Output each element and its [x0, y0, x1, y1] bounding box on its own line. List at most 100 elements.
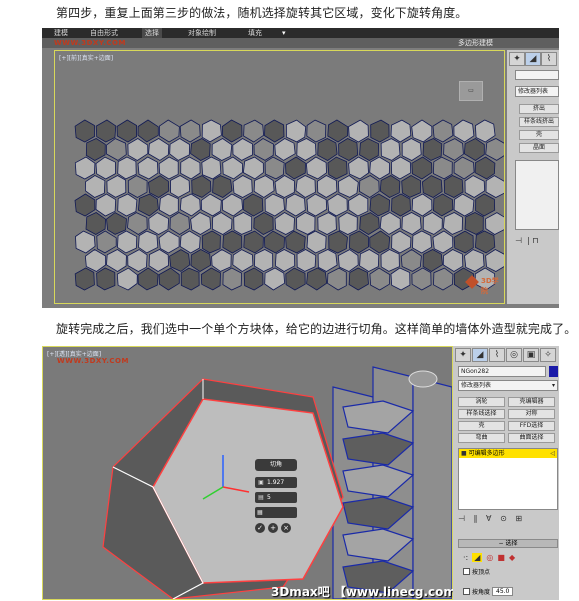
- object-name-field[interactable]: NGon282: [458, 366, 546, 377]
- hierarchy-tab-icon[interactable]: ⌇: [489, 348, 505, 362]
- hex-tile: [179, 193, 201, 217]
- hex-tile: [316, 175, 338, 198]
- hex-tile: [74, 156, 96, 180]
- tab-populate[interactable]: 填充: [248, 28, 262, 38]
- watermark: WWW.3DXY.COM: [57, 357, 129, 365]
- object-name-field[interactable]: [515, 70, 559, 80]
- hex-tile: [285, 267, 306, 291]
- chamfer-open-field[interactable]: ▦: [255, 507, 297, 518]
- spline-select-button[interactable]: 样条线选择: [458, 409, 505, 419]
- polygon-icon[interactable]: ■: [497, 553, 505, 562]
- front-viewport[interactable]: [+][前][真实+边面] ▭ 3D学院: [54, 50, 505, 304]
- create-tab-icon[interactable]: ✦: [509, 52, 525, 66]
- site-logo: 3D学院: [465, 273, 503, 299]
- hex-tile: [401, 212, 422, 235]
- hex-tile: [242, 156, 264, 180]
- hex-tile: [285, 119, 307, 143]
- hex-tile: [106, 138, 127, 161]
- angle-value[interactable]: 45.0: [492, 587, 514, 596]
- cancel-x-icon[interactable]: ×: [281, 523, 291, 533]
- hex-tile: [391, 230, 412, 254]
- display-tab-icon[interactable]: ▣: [523, 348, 539, 362]
- hex-tile: [85, 212, 107, 235]
- hex-tile: [327, 193, 348, 217]
- motion-tab-icon[interactable]: ◎: [506, 348, 522, 362]
- hex-tile: [274, 138, 296, 161]
- hex-tile: [285, 156, 306, 180]
- hex-tile: [295, 175, 316, 198]
- vertex-icon[interactable]: ·:: [463, 553, 468, 562]
- border-icon[interactable]: ◎: [486, 553, 493, 562]
- caddy-actions: ✓ + ×: [255, 523, 297, 533]
- hex-tile: [453, 230, 474, 254]
- surface-select-button[interactable]: 曲面选择: [508, 433, 555, 443]
- shell-editor-button[interactable]: 壳编辑器: [508, 397, 555, 407]
- utilities-tab-icon[interactable]: ✧: [540, 348, 556, 362]
- stack-tools-icon[interactable]: ⊣ | ⊓: [515, 236, 559, 250]
- shell-button[interactable]: 壳: [519, 130, 559, 140]
- modifier-stack[interactable]: ■ 可编辑多边形 ◁: [458, 448, 558, 510]
- hex-tile: [138, 230, 159, 254]
- ok-check-icon[interactable]: ✓: [255, 523, 265, 533]
- element-icon[interactable]: ◆: [509, 553, 515, 562]
- symmetry-button[interactable]: 对称: [508, 409, 555, 419]
- hierarchy-tab-icon[interactable]: ⌇: [541, 52, 557, 66]
- segments-icon: ▤: [258, 494, 264, 501]
- by-angle-spinner[interactable]: 按角度 45.0: [463, 587, 514, 596]
- turbosmooth-button[interactable]: 涡轮: [458, 397, 505, 407]
- hex-tile: [296, 138, 317, 161]
- hex-tile: [200, 267, 221, 291]
- hex-tile: [421, 175, 443, 198]
- spline-extrude-button[interactable]: 样条线挤出: [519, 117, 559, 127]
- tab-object-paint[interactable]: 对象绘制: [188, 28, 216, 38]
- hex-tile: [179, 230, 201, 254]
- hex-tile: [232, 138, 253, 161]
- hex-tile: [95, 156, 116, 180]
- hex-tile: [369, 156, 391, 180]
- edge-icon[interactable]: ◢: [472, 552, 483, 562]
- hex-tile: [338, 138, 359, 161]
- perspective-viewport[interactable]: [+][透][真实+边面] WWW.3DXY.COM 切角 ▣ 1.927 ▤ …: [42, 346, 545, 600]
- create-tab-icon[interactable]: ✦: [455, 348, 471, 362]
- hex-tile: [148, 175, 170, 198]
- modifier-list-dropdown[interactable]: 修改器列表 ▾: [458, 380, 558, 391]
- expand-plus-icon: ■: [461, 450, 469, 457]
- hex-tile: [358, 175, 380, 198]
- object-color-swatch[interactable]: [549, 366, 558, 377]
- modifier-stack[interactable]: [515, 160, 559, 230]
- stack-tools-icon[interactable]: ⊣ ∥ ∀ ⊙ ⊞: [458, 514, 558, 526]
- hex-tile: [370, 119, 390, 143]
- hex-tile: [232, 175, 253, 198]
- apply-plus-icon[interactable]: +: [268, 523, 278, 533]
- hex-tile: [285, 193, 306, 217]
- by-vertex-checkbox[interactable]: 按顶点: [463, 567, 490, 576]
- hex-tile: [263, 230, 285, 254]
- tab-selection[interactable]: 选择: [142, 28, 162, 38]
- hex-tile: [474, 119, 496, 143]
- hex-tile: [243, 119, 265, 143]
- dropdown-icon[interactable]: ▾: [282, 28, 286, 38]
- tab-freeform[interactable]: 自由形式: [90, 28, 118, 38]
- modifier-list-dropdown[interactable]: 修改器列表: [515, 86, 559, 97]
- hex-tile: [221, 193, 244, 217]
- shell-button[interactable]: 壳: [458, 421, 505, 431]
- hex-tile: [158, 156, 179, 180]
- ffd-select-button[interactable]: FFD选择: [508, 421, 555, 431]
- stack-item-editable-poly[interactable]: ■ 可编辑多边形 ◁: [459, 449, 557, 458]
- selection-rollout-header[interactable]: − 选择: [458, 539, 558, 548]
- checkbox-box: [463, 568, 470, 575]
- tab-modeling[interactable]: 建模: [54, 28, 68, 38]
- chamfer-amount-field[interactable]: ▣ 1.927: [255, 477, 297, 488]
- hex-tile: [253, 138, 274, 161]
- hex-tile: [264, 156, 285, 180]
- hex-tile: [137, 267, 159, 291]
- hex-tile: [180, 156, 201, 180]
- extrude-button[interactable]: 挤出: [519, 104, 559, 114]
- bend-button[interactable]: 弯曲: [458, 433, 505, 443]
- modify-tab-icon[interactable]: ◢: [525, 52, 541, 66]
- hex-tile: [190, 138, 211, 161]
- chamfer-segments-field[interactable]: ▤ 5: [255, 492, 297, 503]
- hex-tile: [306, 119, 327, 143]
- facet-button[interactable]: 晶面: [519, 143, 559, 153]
- modify-tab-icon[interactable]: ◢: [472, 348, 488, 362]
